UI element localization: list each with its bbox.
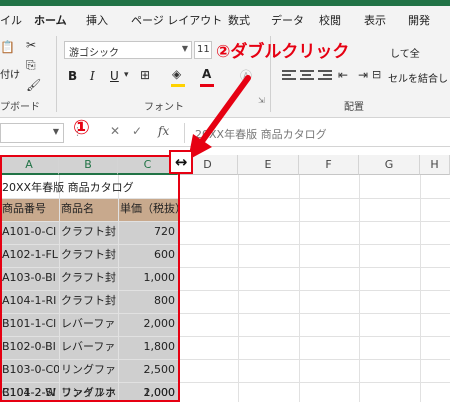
arrow-shaft [197, 75, 251, 147]
column-resize-cursor-icon[interactable]: ↔ [169, 150, 193, 174]
annotation-arrow [188, 75, 251, 160]
